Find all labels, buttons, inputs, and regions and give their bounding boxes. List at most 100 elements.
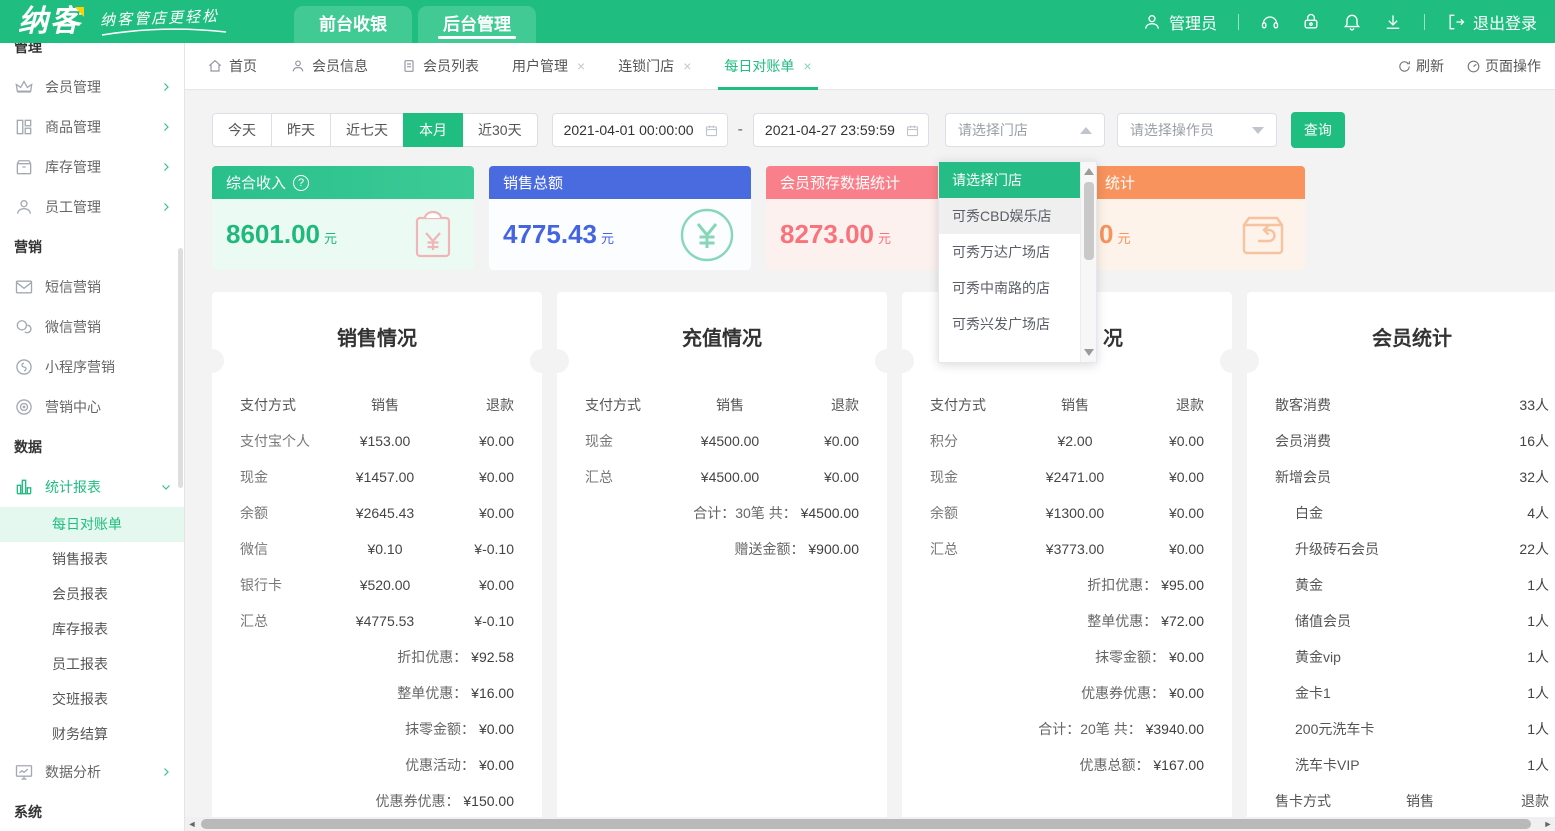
card-value-visible: 0 <box>1099 219 1113 250</box>
quick-range-yesterday-button[interactable]: 昨天 <box>271 113 331 147</box>
sidebar-subitem-sales-report[interactable]: 销售报表 <box>0 542 184 577</box>
sidebar-item-data-analysis[interactable]: 数据分析 <box>0 752 184 792</box>
close-icon[interactable]: × <box>683 58 691 74</box>
sidebar-item-wechat-marketing[interactable]: 微信营销 <box>0 307 184 347</box>
summary-line: 整单优惠： ¥16.00 <box>212 675 542 711</box>
scroll-right-arrow-icon[interactable]: ► <box>1541 817 1555 831</box>
sidebar-section-system: 系统 <box>0 792 184 831</box>
clipboard-icon <box>401 58 417 74</box>
sidebar: 管理 会员管理 商品管理 库存管理 <box>0 43 185 831</box>
sidebar-item-label: 营销中心 <box>45 397 101 417</box>
stat-row: 升级砖石会员22人 <box>1247 531 1555 567</box>
bell-icon[interactable] <box>1342 12 1362 32</box>
sidebar-item-member-management[interactable]: 会员管理 <box>0 67 184 107</box>
support-headset-icon[interactable] <box>1260 12 1280 32</box>
dropdown-option[interactable]: 可秀万达广场店 <box>939 234 1080 270</box>
page-operations-button[interactable]: 页面操作 <box>1466 56 1541 76</box>
search-button[interactable]: 查询 <box>1291 112 1345 148</box>
sidebar-item-staff-management[interactable]: 员工管理 <box>0 187 184 227</box>
horizontal-scrollbar-track[interactable] <box>199 817 1541 831</box>
dropdown-option[interactable]: 请选择门店 <box>939 162 1080 198</box>
logout-button[interactable]: 退出登录 <box>1446 10 1537 34</box>
summary-line: 优惠总额： ¥167.00 <box>902 747 1232 783</box>
logout-label: 退出登录 <box>1473 10 1537 34</box>
quick-range-last7days-button[interactable]: 近七天 <box>330 113 404 147</box>
sidebar-subitem-daily-statement[interactable]: 每日对账单 <box>0 507 184 542</box>
horizontal-scrollbar[interactable]: ◄ ► <box>185 817 1555 831</box>
sidebar-section-data: 数据 <box>0 427 184 467</box>
store-select[interactable]: 请选择门店 <box>945 113 1105 147</box>
summary-line: 整单优惠： ¥72.00 <box>902 603 1232 639</box>
tab-daily-statement[interactable]: 每日对账单 × <box>724 43 811 90</box>
nav-tab-backoffice[interactable]: 后台管理 <box>418 6 536 43</box>
sidebar-subitem-staff-report[interactable]: 员工报表 <box>0 647 184 682</box>
close-icon[interactable]: × <box>803 58 811 74</box>
card-value: 4775.43 <box>503 219 597 250</box>
scroll-down-arrow-icon[interactable] <box>1084 349 1094 356</box>
panel-notch <box>200 349 224 373</box>
operator-select[interactable]: 请选择操作员 <box>1117 113 1277 147</box>
sidebar-item-inventory-management[interactable]: 库存管理 <box>0 147 184 187</box>
column-header: 退款 <box>446 395 542 415</box>
mail-icon <box>14 277 34 297</box>
scroll-up-arrow-icon[interactable] <box>1084 168 1094 175</box>
tab-home[interactable]: 首页 <box>207 43 257 90</box>
tab-label: 会员列表 <box>423 56 479 76</box>
start-datetime-input[interactable]: 2021-04-01 00:00:00 <box>552 113 728 147</box>
chevron-right-icon <box>160 161 172 173</box>
sidebar-item-miniprogram-marketing[interactable]: 小程序营销 <box>0 347 184 387</box>
sidebar-item-sms-marketing[interactable]: 短信营销 <box>0 267 184 307</box>
tab-member-info[interactable]: 会员信息 <box>290 43 368 90</box>
quick-range-last30days-button[interactable]: 近30天 <box>462 113 538 147</box>
card-unit: 元 <box>601 228 614 247</box>
download-icon[interactable] <box>1383 12 1403 32</box>
sidebar-item-statistics-reports[interactable]: 统计报表 <box>0 467 184 507</box>
nav-tab-front-cashier[interactable]: 前台收银 <box>294 6 412 43</box>
tab-label: 每日对账单 <box>724 56 794 76</box>
sidebar-subitem-inventory-report[interactable]: 库存报表 <box>0 612 184 647</box>
tab-user-management[interactable]: 用户管理 × <box>512 43 585 90</box>
dropdown-option[interactable]: 可秀兴发广场店 <box>939 306 1080 342</box>
close-icon[interactable]: × <box>577 58 585 74</box>
dropdown-option-clipped[interactable] <box>939 342 1080 362</box>
sidebar-subitem-finance-settlement[interactable]: 财务结算 <box>0 717 184 752</box>
dropdown-scrollbar-thumb[interactable] <box>1084 182 1094 260</box>
current-user[interactable]: 管理员 <box>1142 10 1217 34</box>
sidebar-scrollbar-thumb[interactable] <box>178 248 183 488</box>
card-total-sales: 销售总额 4775.43 元 <box>489 166 751 270</box>
tab-chain-stores[interactable]: 连锁门店 × <box>618 43 691 90</box>
sidebar-item-label: 数据分析 <box>45 762 101 782</box>
tab-member-list[interactable]: 会员列表 <box>401 43 479 90</box>
sidebar-subitem-shift-report[interactable]: 交班报表 <box>0 682 184 717</box>
miniprogram-icon <box>14 357 34 377</box>
card-value: 8273.00 <box>780 219 874 250</box>
logout-icon <box>1446 12 1466 32</box>
sidebar-subitem-member-report[interactable]: 会员报表 <box>0 577 184 612</box>
refresh-button[interactable]: 刷新 <box>1397 56 1444 76</box>
header-divider <box>1424 14 1425 30</box>
lock-icon[interactable] <box>1301 12 1321 32</box>
help-icon[interactable]: ? <box>293 175 309 191</box>
sidebar-item-marketing-center[interactable]: 营销中心 <box>0 387 184 427</box>
summary-cards: 综合收入 ? 8601.00 元 <box>212 166 1555 270</box>
summary-line: 优惠券优惠： ¥150.00 <box>212 783 542 819</box>
sidebar-item-label: 员工管理 <box>45 197 101 217</box>
report-panels: 销售情况 支付方式 销售 退款 支付宝个人 ¥153.00 ¥0.00 现金 ¥… <box>212 292 1555 831</box>
horizontal-scrollbar-thumb[interactable] <box>201 819 1531 829</box>
dropdown-option[interactable]: 可秀中南路的店 <box>939 270 1080 306</box>
card-value: 8601.00 <box>226 219 320 250</box>
quick-range-today-button[interactable]: 今天 <box>212 113 272 147</box>
summary-line: 合计：30笔 共： ¥4500.00 <box>557 495 887 531</box>
sidebar-item-goods-management[interactable]: 商品管理 <box>0 107 184 147</box>
tab-label: 会员信息 <box>312 56 368 76</box>
circle-yen-icon <box>679 207 735 263</box>
scroll-left-arrow-icon[interactable]: ◄ <box>185 817 199 831</box>
sidebar-item-label: 会员管理 <box>45 77 101 97</box>
dropdown-scrollbar[interactable] <box>1080 162 1096 362</box>
summary-line: 抹零金额： ¥0.00 <box>902 639 1232 675</box>
column-header: 退款 <box>791 395 887 415</box>
end-datetime-input[interactable]: 2021-04-27 23:59:59 <box>753 113 929 147</box>
dropdown-option[interactable]: 可秀CBD娱乐店 <box>939 198 1080 234</box>
sidebar-item-label: 库存管理 <box>45 157 101 177</box>
quick-range-thismonth-button[interactable]: 本月 <box>403 113 463 147</box>
